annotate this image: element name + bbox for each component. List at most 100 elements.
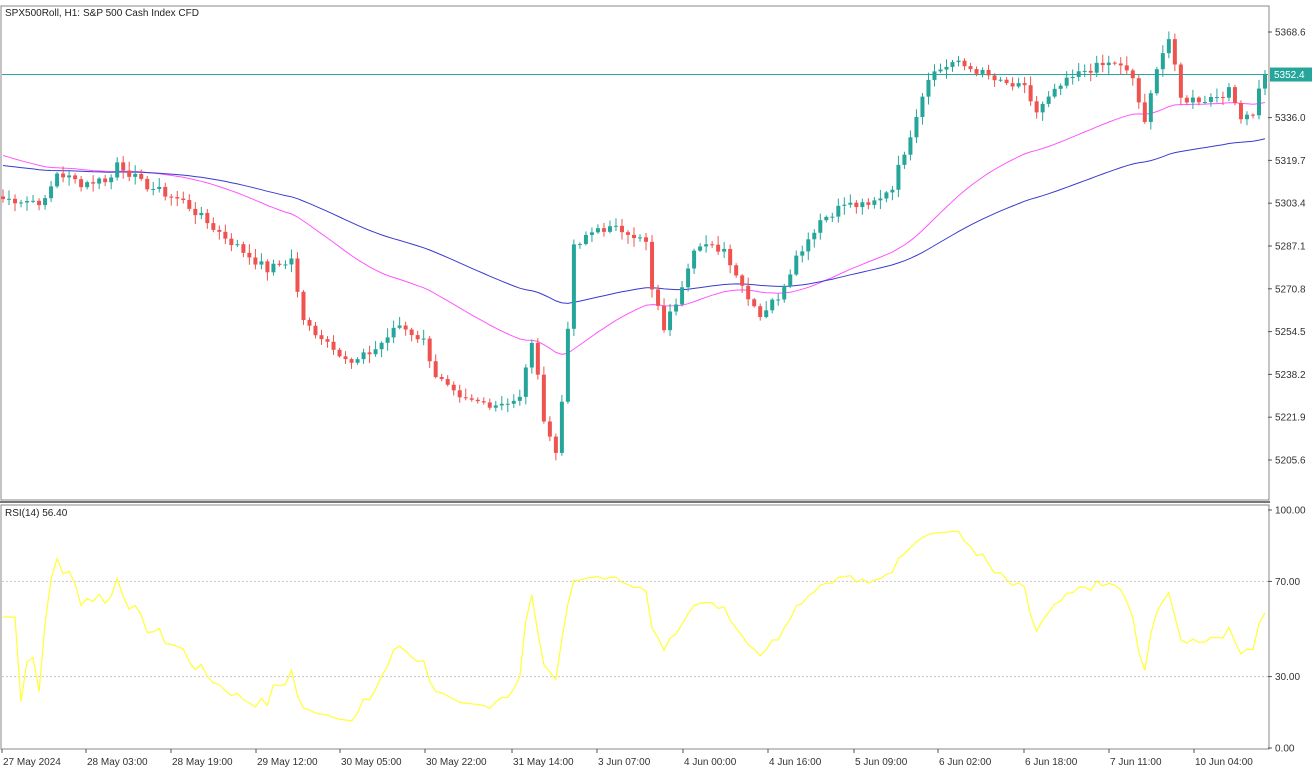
price-tick-label: 5368.6: [1275, 28, 1306, 39]
candle-body: [511, 400, 516, 404]
rsi-label: RSI(14) 56.40: [5, 508, 68, 519]
candle-body: [746, 285, 751, 300]
candle-body: [968, 66, 973, 70]
candle-body: [499, 403, 504, 406]
price-tick-label: 5238.2: [1275, 370, 1306, 381]
candle-body: [589, 232, 594, 235]
candle-body: [800, 251, 805, 256]
candle-body: [1202, 101, 1207, 103]
candle-body: [716, 244, 721, 252]
candle-body: [680, 287, 685, 305]
candle-body: [956, 60, 961, 63]
candle-body: [908, 137, 913, 155]
candle-body: [373, 349, 378, 355]
candle-body: [7, 198, 12, 200]
candle-body: [133, 173, 138, 177]
candle-body: [163, 186, 168, 197]
candle-body: [151, 189, 156, 191]
rsi-tick-label: 70.00: [1275, 577, 1300, 588]
chart[interactable]: SPX500Roll, H1: S&P 500 Cash Index CFD R…: [0, 0, 1313, 770]
rsi-panel: [0, 504, 1270, 750]
time-tick-label: 10 Jun 04:00: [1195, 757, 1253, 768]
candle-body: [109, 177, 114, 183]
candle-body: [409, 329, 414, 336]
candle-body: [1052, 88, 1057, 97]
candle-body: [619, 225, 624, 233]
candle-body: [523, 367, 528, 397]
candle-body: [866, 202, 871, 205]
candle-body: [397, 325, 402, 328]
candle-body: [463, 397, 468, 399]
candle-body: [271, 263, 276, 273]
candle-body: [247, 252, 252, 258]
price-tick-label: 5287.1: [1275, 242, 1306, 253]
candle-body: [1058, 85, 1063, 89]
price-axis[interactable]: 5368.6 5336.0 5319.7 5303.4 5287.1 5270.8 5254…: [1268, 28, 1306, 467]
candle-body: [704, 244, 709, 247]
candle-body: [289, 258, 294, 265]
candle-body: [1244, 114, 1249, 120]
candle-body: [55, 173, 60, 187]
candle-body: [740, 275, 745, 286]
rsi-axis[interactable]: 100.00 70.00 30.00 0.00: [1268, 506, 1306, 755]
candle-body: [1136, 78, 1141, 103]
candle-body: [319, 335, 324, 340]
candle-body: [541, 374, 546, 422]
candle-body: [1196, 97, 1201, 103]
candle-body: [37, 200, 42, 206]
candle-body: [974, 69, 979, 74]
candle-body: [1208, 96, 1213, 102]
candle-body: [61, 173, 66, 178]
candle-body: [1064, 77, 1069, 86]
candle-body: [1088, 70, 1093, 73]
candle-body: [1010, 83, 1015, 87]
candle-body: [1166, 39, 1171, 54]
candle-body: [625, 232, 630, 235]
candle-body: [902, 154, 907, 165]
rsi-tick-label: 30.00: [1275, 672, 1300, 683]
candle-body: [187, 200, 192, 209]
candle-body: [872, 200, 877, 205]
current-price-tag: 5352.4: [1270, 67, 1312, 82]
time-tick-label: 29 May 12:00: [257, 757, 318, 768]
candle-body: [235, 244, 240, 246]
candle-body: [1034, 101, 1039, 113]
candle-body: [139, 173, 144, 179]
candle-body: [950, 62, 955, 67]
candle-body: [782, 286, 787, 300]
candle-body: [1190, 97, 1195, 103]
candle-body: [1220, 96, 1225, 98]
candle-body: [1130, 70, 1135, 79]
rsi-series: [3, 530, 1266, 722]
candle-body: [85, 182, 90, 188]
candle-body: [1118, 63, 1123, 66]
candle-body: [13, 198, 18, 204]
time-tick-label: 6 Jun 02:00: [939, 757, 992, 768]
candle-body: [650, 241, 655, 290]
candle-body: [79, 179, 84, 188]
candle-body: [770, 299, 775, 311]
candle-body: [1124, 65, 1129, 71]
candle-body: [896, 164, 901, 190]
candle-body: [686, 268, 691, 288]
price-tick-label: 5205.6: [1275, 456, 1306, 467]
candle-body: [806, 239, 811, 252]
time-axis[interactable]: 27 May 2024 28 May 03:00 28 May 19:00 29 Ma…: [1, 749, 1253, 768]
candle-body: [1214, 96, 1219, 98]
candle-body: [848, 202, 853, 205]
candle-body: [505, 403, 510, 405]
candle-body: [577, 244, 582, 246]
candle-body: [878, 198, 883, 201]
candle-body: [1226, 87, 1231, 98]
candle-body: [728, 248, 733, 266]
time-tick-label: 28 May 03:00: [87, 757, 148, 768]
candle-body: [644, 237, 649, 242]
candle-body: [1100, 62, 1105, 66]
candle-body: [1112, 62, 1117, 64]
candle-body: [710, 244, 715, 246]
candle-body: [157, 186, 162, 190]
candle-body: [421, 338, 426, 340]
time-tick-label: 30 May 22:00: [426, 757, 487, 768]
candle-body: [337, 349, 342, 357]
time-tick-label: 5 Jun 09:00: [855, 757, 908, 768]
